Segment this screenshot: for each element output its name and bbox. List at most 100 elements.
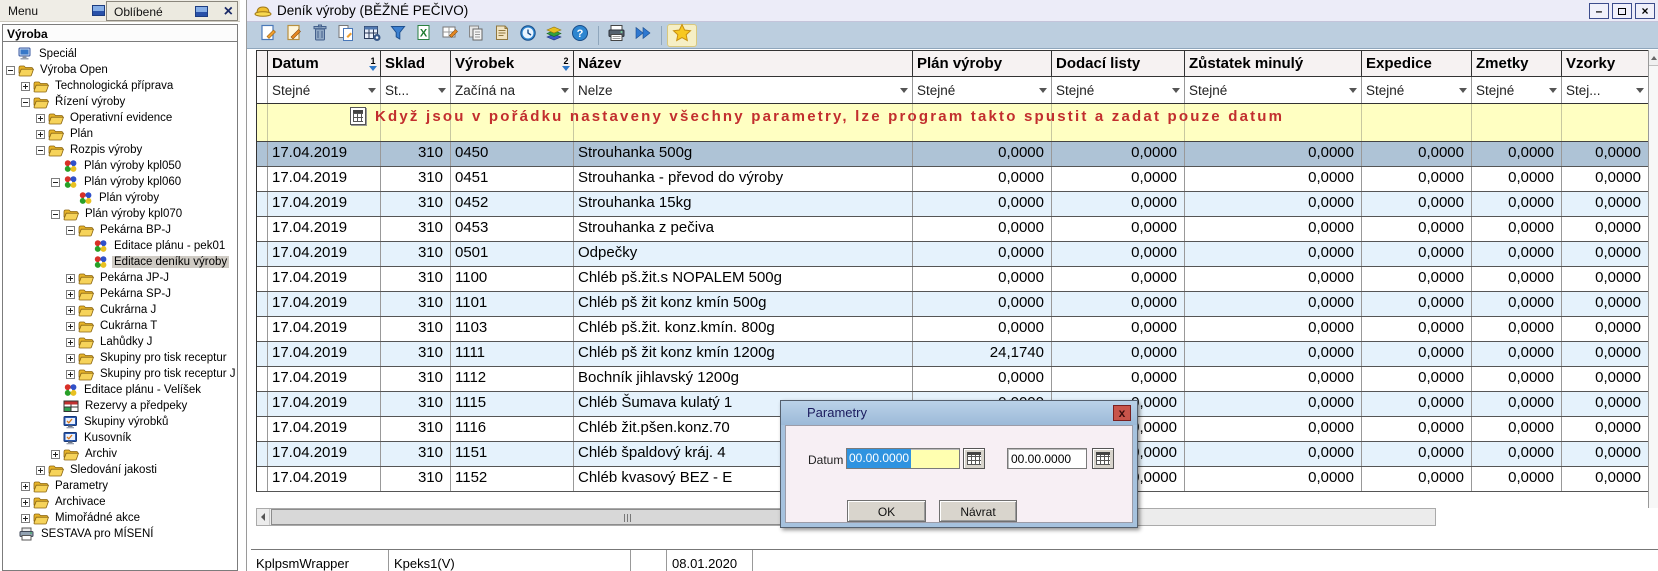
expand-plus-icon[interactable] [66, 322, 75, 331]
table-row[interactable]: 17.04.20193100451Strouhanka - převod do … [257, 167, 1648, 192]
filter-expedice[interactable]: Stejné [1362, 77, 1472, 103]
chevron-down-icon[interactable] [1636, 88, 1644, 93]
expand-plus-icon[interactable] [36, 130, 45, 139]
ok-button[interactable]: OK [847, 500, 926, 522]
collapse-minus-icon[interactable] [36, 146, 45, 155]
table-row[interactable]: 17.04.20193100450Strouhanka 500g0,00000,… [257, 142, 1648, 167]
tree-item-skupiny-pro-tisk-receptur-j[interactable]: Skupiny pro tisk receptur J [3, 366, 237, 382]
close-button-icon[interactable]: × [1635, 3, 1655, 19]
hint-cell[interactable] [1362, 104, 1472, 141]
table-row[interactable]: 17.04.20193100501Odpečky0,00000,00000,00… [257, 242, 1648, 267]
table-row[interactable]: 17.04.20193101100Chléb pš.žit.s NOPALEM … [257, 267, 1648, 292]
tree-item-sledov-n-jakosti[interactable]: Sledování jakosti [3, 462, 237, 478]
expand-plus-icon[interactable] [66, 354, 75, 363]
tree-item-pl-n[interactable]: Plán [3, 126, 237, 142]
hint-cell[interactable] [1562, 104, 1649, 141]
chevron-down-icon[interactable] [900, 88, 908, 93]
tree-item-operativn-evidence[interactable]: Operativní evidence [3, 110, 237, 126]
toolbar-edit-cells-button[interactable] [437, 24, 463, 47]
hint-cell[interactable] [1472, 104, 1562, 141]
toolbar-audit-log-button[interactable] [489, 24, 515, 47]
table-row[interactable]: 17.04.20193100452Strouhanka 15kg0,00000,… [257, 192, 1648, 217]
tree-item-cukr-rna-t[interactable]: Cukrárna T [3, 318, 237, 334]
tree-item-zen-v-roby[interactable]: Řízení výroby [3, 94, 237, 110]
maximize-button-icon[interactable] [1612, 3, 1632, 19]
toolbar-export-excel-button[interactable]: X [411, 24, 437, 47]
filter-datum[interactable]: Stejné [268, 77, 381, 103]
filter-zmetky[interactable]: Stejné [1472, 77, 1562, 103]
tree-item-rezervy-a-p-edpeky[interactable]: Rezervy a předpeky [3, 398, 237, 414]
chevron-down-icon[interactable] [561, 88, 569, 93]
tree-item-pl-n-v-roby[interactable]: Plán výroby [3, 190, 237, 206]
expand-plus-icon[interactable] [36, 114, 45, 123]
column-header-expedice[interactable]: Expedice [1362, 51, 1472, 76]
date-to-field[interactable]: 00.00.0000 [1007, 448, 1087, 469]
dialog-titlebar[interactable]: Parametry x [781, 401, 1137, 425]
date-from-picker-icon[interactable] [963, 448, 985, 469]
navrat-button[interactable]: Návrat [939, 500, 1017, 522]
hint-cell[interactable] [257, 104, 268, 141]
collapse-minus-icon[interactable] [51, 210, 60, 219]
expand-plus-icon[interactable] [21, 514, 30, 523]
date-to-picker-icon[interactable] [1092, 448, 1114, 469]
tree-item-skupiny-v-robk[interactable]: Skupiny výrobků [3, 414, 237, 430]
tree-item-rozpis-v-roby[interactable]: Rozpis výroby [3, 142, 237, 158]
filter-z-statek-minul[interactable]: Stejné [1185, 77, 1362, 103]
tree-item-pek-rna-jp-j[interactable]: Pekárna JP-J [3, 270, 237, 286]
tree-item-parametry[interactable]: Parametry [3, 478, 237, 494]
filter-dodac-listy[interactable]: Stejné [1052, 77, 1185, 103]
expand-plus-icon[interactable] [36, 466, 45, 475]
filter-v-robek[interactable]: Začíná na [451, 77, 574, 103]
tree-item-kusovn-k[interactable]: Kusovník [3, 430, 237, 446]
expand-plus-icon[interactable] [66, 306, 75, 315]
table-row[interactable]: 17.04.20193101101Chléb pš žit konz kmín … [257, 292, 1648, 317]
tree-item-editace-pl-nu-vel-ek[interactable]: Editace plánu - Velíšek [3, 382, 237, 398]
table-row[interactable]: 17.04.20193101103Chléb pš.žit. konz.kmín… [257, 317, 1648, 342]
column-header-vzorky[interactable]: Vzorky [1562, 51, 1649, 76]
toolbar-edit-record-button[interactable] [281, 24, 307, 47]
expand-plus-icon[interactable] [66, 290, 75, 299]
favorites-panel-header[interactable]: Oblíbené × [106, 1, 238, 21]
collapse-minus-icon[interactable] [21, 98, 30, 107]
filter-pl-n-v-roby[interactable]: Stejné [913, 77, 1052, 103]
expand-plus-icon[interactable] [21, 482, 30, 491]
tree-item-editace-pl-nu-pek01[interactable]: Editace plánu - pek01 [3, 238, 237, 254]
tree-item-archiv[interactable]: Archiv [3, 446, 237, 462]
collapse-minus-icon[interactable] [66, 226, 75, 235]
vertical-scrollbar[interactable] [1648, 50, 1658, 508]
tree-item-cukr-rna-j[interactable]: Cukrárna J [3, 302, 237, 318]
tree-item-pl-n-v-roby-kpl060[interactable]: Plán výroby kpl060 [3, 174, 237, 190]
tree-item-technologick-p-prava[interactable]: Technologická příprava [3, 78, 237, 94]
tree-item-mimo-dn-akce[interactable]: Mimořádné akce [3, 510, 237, 526]
collapse-minus-icon[interactable] [6, 66, 15, 75]
tree-item-pek-rna-sp-j[interactable]: Pekárna SP-J [3, 286, 237, 302]
toolbar-history-clock-button[interactable] [515, 24, 541, 47]
filter-sklad[interactable]: St... [381, 77, 451, 103]
filter-n-zev[interactable]: Nelze [574, 77, 913, 103]
tree-item-pek-rna-bp-j[interactable]: Pekárna BP-J [3, 222, 237, 238]
scroll-up-icon[interactable] [1649, 50, 1658, 66]
chevron-down-icon[interactable] [1172, 88, 1180, 93]
tree-item-speci-l[interactable]: Speciál [3, 46, 237, 62]
toolbar-print-button[interactable] [604, 24, 630, 47]
tree-item-pl-n-v-roby-kpl050[interactable]: Plán výroby kpl050 [3, 158, 237, 174]
expand-plus-icon[interactable] [51, 450, 60, 459]
expand-plus-icon[interactable] [21, 498, 30, 507]
column-header-sklad[interactable]: Sklad [381, 51, 451, 76]
tree-item-sestava-pro-m-sen[interactable]: SESTAVA pro MÍSENÍ [3, 526, 237, 542]
column-header-z-statek-minul[interactable]: Zůstatek minulý [1185, 51, 1362, 76]
calendar-grid-icon[interactable] [350, 107, 366, 125]
collapse-minus-icon[interactable] [51, 178, 60, 187]
expand-plus-icon[interactable] [66, 338, 75, 347]
expand-plus-icon[interactable] [21, 82, 30, 91]
window-titlebar[interactable]: Deník výroby (BĚŽNÉ PEČIVO) – × [247, 0, 1658, 22]
column-header-datum[interactable]: Datum1 [268, 51, 381, 76]
chevron-down-icon[interactable] [1549, 88, 1557, 93]
date-from-field[interactable]: 00.00.0000 [846, 448, 960, 469]
scroll-left-icon[interactable] [257, 509, 270, 525]
column-header-v-robek[interactable]: Výrobek2 [451, 51, 574, 76]
toolbar-favorite-star-button[interactable] [667, 24, 697, 47]
menu-button[interactable]: Menu [8, 4, 38, 18]
chevron-down-icon[interactable] [1039, 88, 1047, 93]
chevron-down-icon[interactable] [438, 88, 446, 93]
